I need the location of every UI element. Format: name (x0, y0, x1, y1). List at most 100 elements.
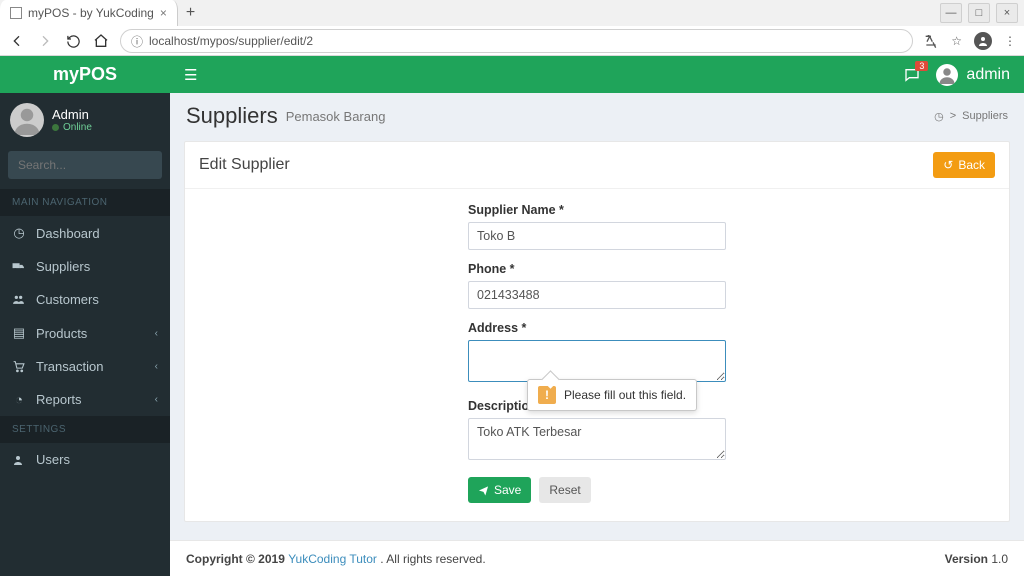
breadcrumb-current: Suppliers (962, 110, 1008, 122)
browser-tab-strip: myPOS - by YukCoding × + — □ × (0, 0, 1024, 26)
topbar-user-label: admin (966, 66, 1010, 84)
new-tab-button[interactable]: + (178, 4, 203, 22)
sidebar-item-transaction[interactable]: Transaction ‹ (0, 350, 170, 383)
box-header: Edit Supplier ↺ Back (185, 142, 1009, 189)
bookmark-star-icon[interactable]: ☆ (951, 34, 962, 48)
profile-icon[interactable] (974, 32, 992, 50)
supplier-name-input[interactable] (468, 222, 726, 250)
phone-label: Phone * (468, 262, 726, 276)
footer-link[interactable]: YukCoding Tutor (288, 552, 377, 566)
sidebar-item-customers[interactable]: Customers (0, 283, 170, 316)
close-window-button[interactable]: × (996, 3, 1018, 23)
window-controls: — □ × (940, 3, 1024, 23)
paper-plane-icon (478, 485, 489, 496)
sidebar-item-label: Reports (36, 392, 82, 407)
sidebar-user-panel: Admin Online (0, 93, 170, 147)
box-title: Edit Supplier (199, 156, 290, 174)
phone-input[interactable] (468, 281, 726, 309)
user-name-label: Admin (52, 107, 92, 122)
sidebar-item-label: Customers (36, 292, 99, 307)
home-icon[interactable] (92, 32, 110, 50)
hamburger-icon[interactable]: ☰ (184, 66, 197, 84)
save-button-label: Save (494, 483, 521, 497)
footer-copy-prefix: Copyright © 2019 (186, 552, 288, 566)
address-input[interactable] (468, 340, 726, 382)
page-icon (10, 7, 22, 19)
info-icon[interactable]: ⓘ (131, 33, 143, 50)
chevron-left-icon: ‹ (155, 328, 158, 339)
translate-icon[interactable] (923, 33, 939, 49)
sidebar-item-label: Products (36, 326, 87, 341)
chevron-left-icon: ‹ (155, 394, 158, 405)
topbar-user[interactable]: admin (936, 64, 1010, 86)
sidebar-search-input[interactable] (8, 151, 183, 179)
page-header: Suppliers Pemasok Barang ◷ > Suppliers (170, 93, 1024, 135)
nav-section-settings: SETTINGS (0, 416, 170, 443)
address-bar[interactable]: ⓘ (120, 29, 913, 53)
messages-badge: 3 (915, 61, 928, 71)
kebab-menu-icon[interactable]: ⋮ (1004, 34, 1016, 48)
cart-icon (12, 360, 26, 373)
breadcrumb: ◷ > Suppliers (934, 110, 1008, 123)
warning-icon: ! (538, 386, 556, 404)
app: myPOS Admin Online MAIN NAVIGATION ◷ Das… (0, 56, 1024, 576)
pie-chart-icon: ◔ (12, 392, 26, 407)
brand-logo[interactable]: myPOS (0, 56, 170, 93)
avatar[interactable] (10, 103, 44, 137)
user-status-label: Online (52, 122, 92, 133)
sidebar: myPOS Admin Online MAIN NAVIGATION ◷ Das… (0, 56, 170, 576)
reset-button-label: Reset (549, 483, 580, 497)
chevron-left-icon: ‹ (155, 361, 158, 372)
content-box: Edit Supplier ↺ Back Supplier Name * Pho… (184, 141, 1010, 522)
topbar: ☰ 3 admin (170, 56, 1024, 93)
dashboard-icon[interactable]: ◷ (934, 110, 944, 123)
browser-chrome: myPOS - by YukCoding × + — □ × ⓘ (0, 0, 1024, 56)
main: ☰ 3 admin Suppliers Pemasok Barang ◷ > S… (170, 56, 1024, 576)
form: Supplier Name * Phone * Address * ! Plea… (185, 189, 1009, 521)
save-button[interactable]: Save (468, 477, 531, 503)
sidebar-search[interactable] (8, 151, 162, 179)
footer-version-value: 1.0 (988, 552, 1008, 566)
back-icon[interactable] (8, 32, 26, 50)
users-icon (12, 293, 26, 306)
sidebar-item-products[interactable]: ▤ Products ‹ (0, 316, 170, 350)
validation-tooltip: ! Please fill out this field. (527, 379, 697, 411)
maximize-button[interactable]: □ (968, 3, 990, 23)
sidebar-item-label: Suppliers (36, 259, 90, 274)
minimize-button[interactable]: — (940, 3, 962, 23)
sidebar-item-label: Users (36, 452, 70, 467)
undo-icon: ↺ (943, 158, 953, 172)
page-subtitle: Pemasok Barang (286, 109, 386, 124)
sidebar-item-users[interactable]: Users (0, 443, 170, 476)
close-tab-icon[interactable]: × (160, 6, 167, 20)
supplier-name-label: Supplier Name * (468, 203, 726, 217)
forward-icon[interactable] (36, 32, 54, 50)
footer-version-label: Version (945, 552, 988, 566)
sidebar-item-label: Transaction (36, 359, 103, 374)
reload-icon[interactable] (64, 32, 82, 50)
sidebar-item-reports[interactable]: ◔ Reports ‹ (0, 383, 170, 416)
reset-button[interactable]: Reset (539, 477, 590, 503)
browser-tab[interactable]: myPOS - by YukCoding × (0, 0, 178, 26)
nav-section-main: MAIN NAVIGATION (0, 189, 170, 216)
back-button[interactable]: ↺ Back (933, 152, 995, 178)
truck-icon (12, 260, 26, 273)
browser-toolbar: ⓘ ☆ ⋮ (0, 26, 1024, 56)
user-icon (12, 454, 26, 466)
archive-icon: ▤ (12, 325, 26, 341)
footer-copy-suffix: . All rights reserved. (380, 552, 485, 566)
back-button-label: Back (958, 158, 985, 172)
url-input[interactable] (149, 34, 902, 48)
sidebar-item-label: Dashboard (36, 226, 100, 241)
footer: Copyright © 2019 YukCoding Tutor . All r… (170, 540, 1024, 576)
browser-tab-title: myPOS - by YukCoding (28, 6, 154, 20)
validation-message: Please fill out this field. (564, 388, 686, 402)
sidebar-item-suppliers[interactable]: Suppliers (0, 250, 170, 283)
messages-icon[interactable]: 3 (904, 67, 920, 83)
avatar (936, 64, 958, 86)
description-input[interactable]: Toko ATK Terbesar (468, 418, 726, 460)
address-label: Address * (468, 321, 726, 335)
speedometer-icon: ◷ (12, 225, 26, 241)
page-title: Suppliers (186, 103, 278, 129)
sidebar-item-dashboard[interactable]: ◷ Dashboard (0, 216, 170, 250)
